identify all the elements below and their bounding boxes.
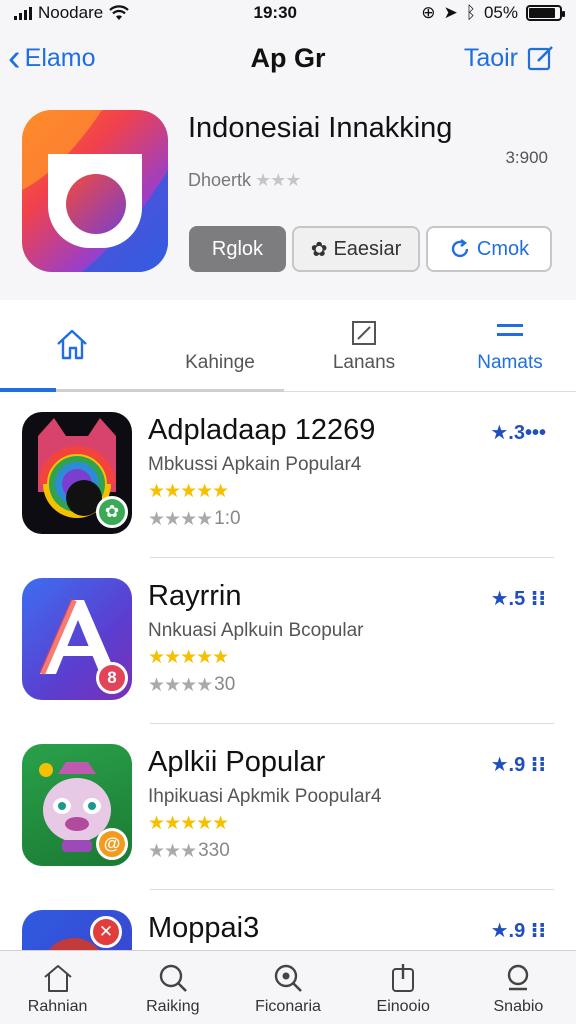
app-badge-icon: @ (96, 828, 128, 860)
get-button[interactable]: Rglok (189, 226, 286, 272)
location-icon: ➤ (443, 3, 458, 22)
tab-bar-label: Einooio (376, 997, 430, 1015)
developer-name: Dhoertk (188, 170, 252, 190)
search-icon (156, 960, 190, 996)
rating-stars: ★★★ (255, 170, 301, 190)
bluetooth-icon: ᛒ (465, 3, 476, 22)
wifi-icon (109, 5, 129, 20)
tab-lanans[interactable]: Lanans (310, 300, 418, 392)
magnifier-plus-icon (271, 960, 305, 996)
edit-label: Taoir (463, 43, 518, 72)
app-badge-icon: 8 (96, 662, 128, 694)
home-icon (41, 960, 75, 996)
status-right: ⊕ ➤ ᛒ 05% (421, 3, 565, 23)
rating-row: ★★★★ 30 (148, 674, 235, 697)
grey-stars: ★★★★ (148, 509, 213, 530)
tab-bar-label: Raiking (146, 997, 200, 1015)
app-title: Rayrrin (148, 580, 242, 612)
edit-button[interactable]: Taoir (464, 43, 556, 73)
battery-icon (526, 5, 565, 21)
tab-bar-ficonaria[interactable]: Ficonaria (230, 951, 345, 1024)
flower-icon: ✿ (310, 238, 328, 261)
app-title: Adpladaap 12269 (148, 414, 376, 446)
app-score: ★.3••• (490, 422, 546, 444)
app-title: Aplkii Popular (148, 746, 326, 778)
app-price: 3:900 (505, 148, 548, 167)
app-subtitle: Dhoertk ★★★ (188, 170, 301, 191)
app-header: Indonesiai Innakking 3:900 Dhoertk ★★★ R… (0, 90, 576, 300)
tab-ranking[interactable]: Kahinge (160, 300, 280, 392)
status-left: Noodare (14, 3, 129, 23)
tab-bar-label: Ficonaria (255, 997, 321, 1015)
grey-stars: ★★★★ (148, 675, 213, 696)
list-item[interactable]: 8 Rayrrin Nnkuasi Aplkuin Bcopular ★★★★★… (0, 558, 576, 724)
gold-stars: ★★★★★ (148, 647, 229, 668)
navigation-bar: ‹ Elamo Ap Gr Taoir (0, 26, 576, 90)
check-label: Cmok (476, 237, 530, 260)
check-button[interactable]: Cmok (426, 226, 552, 272)
status-time: 19:30 (253, 3, 297, 22)
list-item[interactable]: ✿ Adpladaap 12269 Mbkussi Apkain Popular… (0, 392, 576, 558)
tab-namats[interactable]: Namats (452, 300, 568, 392)
action-buttons: Rglok ✿ Eaesiar Cmok (189, 226, 552, 272)
app-title: Indonesiai Innakking (188, 112, 453, 144)
app-subtitle: Ihpikuasi Apkmik Poopular4 (148, 786, 382, 807)
tab-bar: Rahnian Raiking Ficonaria Einooio Snabio (0, 950, 576, 1024)
home-icon (54, 329, 90, 360)
compose-icon (527, 46, 553, 71)
tab-bar-ranking[interactable]: Raiking (115, 951, 230, 1024)
battery-level (529, 8, 555, 18)
tab-bar-einooio[interactable]: Einooio (346, 951, 461, 1024)
app-title: Moppai3 (148, 912, 260, 944)
download-icon (386, 960, 420, 996)
app-score: ★.5 ⁝⁝ (490, 588, 546, 610)
edit-icon (351, 318, 377, 348)
back-button[interactable]: ‹ Elamo (8, 39, 96, 77)
battery-percent: 05% (483, 3, 518, 22)
tab-ranking-label: Kahinge (185, 352, 255, 373)
grey-stars: ★★★ (148, 841, 197, 862)
rating-count: 1:0 (214, 508, 241, 529)
app-subtitle: Nnkuasi Aplkuin Bcopular (148, 620, 364, 641)
search-icon (501, 960, 535, 996)
tab-lanans-label: Lanans (332, 352, 396, 373)
app-subtitle: Mbkussi Apkain Popular4 (148, 454, 362, 475)
signal-icon (14, 6, 32, 20)
status-bar: Noodare 19:30 ⊕ ➤ ᛒ 05% (0, 0, 576, 26)
list-item[interactable]: @ Aplkii Popular Ihpikuasi Apkmik Poopul… (0, 724, 576, 890)
tab-namats-label: Namats (477, 352, 543, 373)
back-label: Elamo (24, 43, 96, 72)
close-icon: ✕ (90, 916, 122, 948)
tab-bar-label: Snabio (493, 997, 544, 1015)
gold-stars: ★★★★★ (148, 813, 229, 834)
share-label: Eaesiar (333, 237, 402, 260)
chevron-left-icon: ‹ (8, 37, 21, 79)
segment-tabs: Kahinge Lanans Namats (0, 300, 576, 392)
lock-rotation-icon: ⊕ (421, 3, 436, 22)
letter-a-icon: 8 (22, 578, 132, 700)
share-button[interactable]: ✿ Eaesiar (292, 226, 420, 272)
rainbow-cat-icon: ✿ (22, 412, 132, 534)
tab-bar-label: Rahnian (27, 997, 88, 1015)
tab-home[interactable] (30, 300, 114, 392)
app-score: ★.9 ⁝⁝ (490, 754, 546, 776)
app-score: ★.9 ⁝⁝ (490, 920, 546, 942)
refresh-icon (451, 239, 469, 258)
app-badge-icon: ✿ (96, 496, 128, 528)
rating-count: 30 (214, 674, 236, 695)
app-list: ✿ Adpladaap 12269 Mbkussi Apkain Popular… (0, 392, 576, 1024)
menu-icon (495, 318, 525, 348)
tab-bar-snabio[interactable]: Snabio (461, 951, 576, 1024)
rating-count: 330 (198, 840, 230, 861)
tab-bar-home[interactable]: Rahnian (0, 951, 115, 1024)
carrier-name: Noodare (38, 3, 104, 22)
rating-row: ★★★★ 1:0 (148, 508, 241, 531)
app-logo-icon (22, 110, 168, 272)
gold-stars: ★★★★★ (148, 481, 229, 502)
pig-mascot-icon: @ (22, 744, 132, 866)
rating-row: ★★★ 330 (148, 840, 230, 863)
